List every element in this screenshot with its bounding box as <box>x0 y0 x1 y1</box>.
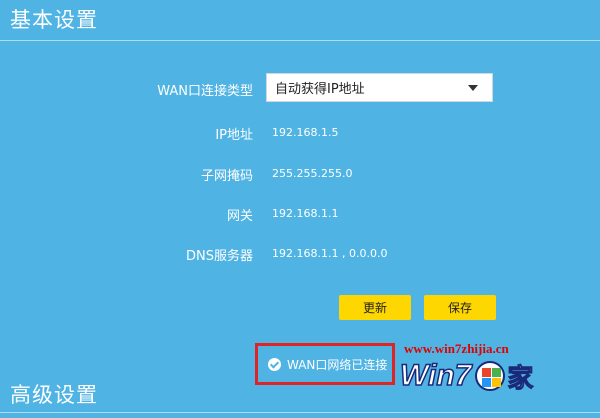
chevron-down-icon <box>468 84 478 91</box>
wan-type-select[interactable]: 自动获得IP地址 <box>266 73 493 102</box>
ip-label: IP地址 <box>215 128 253 143</box>
section-divider <box>0 412 600 413</box>
update-button[interactable]: 更新 <box>339 295 411 320</box>
windows-logo-icon <box>475 361 506 391</box>
subnet-mask-value: 255.255.255.0 <box>272 167 353 180</box>
dns-value: 192.168.1.1 , 0.0.0.0 <box>272 247 388 260</box>
dns-label: DNS服务器 <box>186 249 253 264</box>
section-title-advanced: 高级设置 <box>10 383 98 407</box>
section-divider <box>0 40 600 41</box>
wan-status-text: WAN口网络已连接 <box>287 357 388 372</box>
wan-type-selected-value: 自动获得IP地址 <box>275 82 365 97</box>
save-button[interactable]: 保存 <box>424 295 496 320</box>
subnet-mask-label: 子网掩码 <box>200 169 253 184</box>
gateway-value: 192.168.1.1 <box>272 207 339 220</box>
watermark-brand-suffix: 家 <box>507 363 534 394</box>
check-circle-icon <box>268 357 281 371</box>
watermark-logo: Win7 家 <box>399 358 598 394</box>
section-title-basic: 基本设置 <box>10 8 98 32</box>
wan-status-indicator: WAN口网络已连接 <box>255 343 395 385</box>
watermark-brand-text: Win7 <box>399 358 472 393</box>
ip-value: 192.168.1.5 <box>272 126 339 139</box>
gateway-label: 网关 <box>226 209 253 224</box>
watermark-url: www.win7zhijia.cn <box>404 341 509 356</box>
wan-type-label: WAN口连接类型 <box>157 84 253 99</box>
